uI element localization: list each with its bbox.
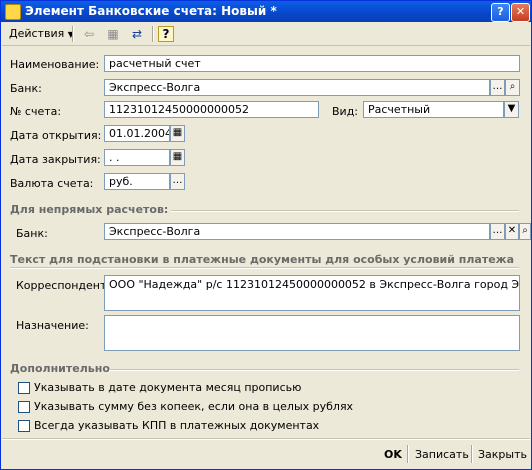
actions-menu-button[interactable]: Действия ▼ <box>5 25 78 43</box>
name-label: Наименование: <box>10 58 100 71</box>
close-title-button[interactable]: ✕ <box>511 3 530 22</box>
section-divider <box>109 369 519 371</box>
help-icon[interactable]: ? <box>158 26 174 42</box>
form-window: Элемент Банковские счета: Новый * ? ✕ Де… <box>0 0 532 470</box>
open-date-field[interactable]: 01.01.2004 <box>104 125 170 142</box>
option-label: Всегда указывать КПП в платежных докумен… <box>34 419 320 432</box>
close-date-label: Дата закрытия: <box>10 153 101 166</box>
calendar-icon[interactable]: ▦ <box>170 125 185 142</box>
toolbar-separator <box>152 26 154 42</box>
title-bar[interactable]: Элемент Банковские счета: Новый * ? ✕ <box>1 1 531 22</box>
ok-button[interactable]: OK <box>384 447 402 463</box>
close-date-field[interactable]: . . <box>104 149 170 166</box>
indirect-bank-search-icon[interactable]: ⌕ <box>519 223 531 240</box>
toolbar-separator <box>72 26 74 42</box>
footer-separator <box>471 445 473 463</box>
calendar-icon[interactable]: ▦ <box>170 149 185 166</box>
option-label: Указывать в дате документа месяц пропись… <box>34 381 302 394</box>
clear-icon[interactable]: ✕ <box>505 223 519 240</box>
window-title: Элемент Банковские счета: Новый * <box>25 4 277 18</box>
indirect-section-title: Для непрямых расчетов: <box>10 203 169 216</box>
bank-field[interactable]: Экспресс-Волга <box>104 79 490 96</box>
option-checkbox[interactable] <box>18 382 30 394</box>
indirect-bank-select-button[interactable]: … <box>490 223 505 240</box>
additional-section-title: Дополнительно <box>10 362 110 375</box>
back-icon[interactable]: ⇦ <box>80 25 98 43</box>
window-icon <box>5 4 21 20</box>
currency-select-button[interactable]: … <box>170 173 185 190</box>
indirect-bank-label: Банк: <box>16 227 48 240</box>
purpose-field[interactable] <box>104 315 520 351</box>
actions-label: Действия <box>9 27 65 40</box>
footer-separator <box>407 445 409 463</box>
correspondent-label: Корреспондент: <box>16 279 111 292</box>
option-label: Указывать сумму без копеек, если она в ц… <box>34 400 354 413</box>
substitution-section-title: Текст для подстановки в платежные докуме… <box>10 253 515 266</box>
footer-divider <box>2 438 530 440</box>
purpose-label: Назначение: <box>16 319 89 332</box>
option-checkbox[interactable] <box>18 420 30 432</box>
name-field[interactable]: расчетный счет <box>104 55 520 72</box>
type-select[interactable]: Расчетный <box>363 101 504 118</box>
account-label: № счета: <box>10 105 62 118</box>
section-divider <box>171 210 519 212</box>
bank-label: Банк: <box>10 82 42 95</box>
refresh-icon[interactable]: ⇄ <box>128 25 146 43</box>
bank-search-icon[interactable]: ⌕ <box>505 79 520 96</box>
currency-field[interactable]: руб. <box>104 173 170 190</box>
toolbar: Действия ▼ ⇦ ▦ ⇄ ? <box>2 23 530 46</box>
account-field[interactable]: 11231012450000000052 <box>104 101 319 118</box>
currency-label: Валюта счета: <box>10 177 94 190</box>
structure-icon[interactable]: ▦ <box>104 25 122 43</box>
save-button[interactable]: Записать <box>415 447 469 463</box>
chevron-down-icon[interactable]: ▼ <box>504 101 519 118</box>
section-divider <box>10 267 519 269</box>
help-title-button[interactable]: ? <box>491 3 510 22</box>
open-date-label: Дата открытия: <box>10 129 102 142</box>
type-label: Вид: <box>332 105 359 118</box>
bank-select-button[interactable]: … <box>490 79 505 96</box>
close-button[interactable]: Закрыть <box>478 447 527 463</box>
correspondent-field[interactable]: ООО "Надежда" р/с 11231012450000000052 в… <box>104 275 520 311</box>
indirect-bank-field[interactable]: Экспресс-Волга <box>104 223 490 240</box>
option-checkbox[interactable] <box>18 401 30 413</box>
